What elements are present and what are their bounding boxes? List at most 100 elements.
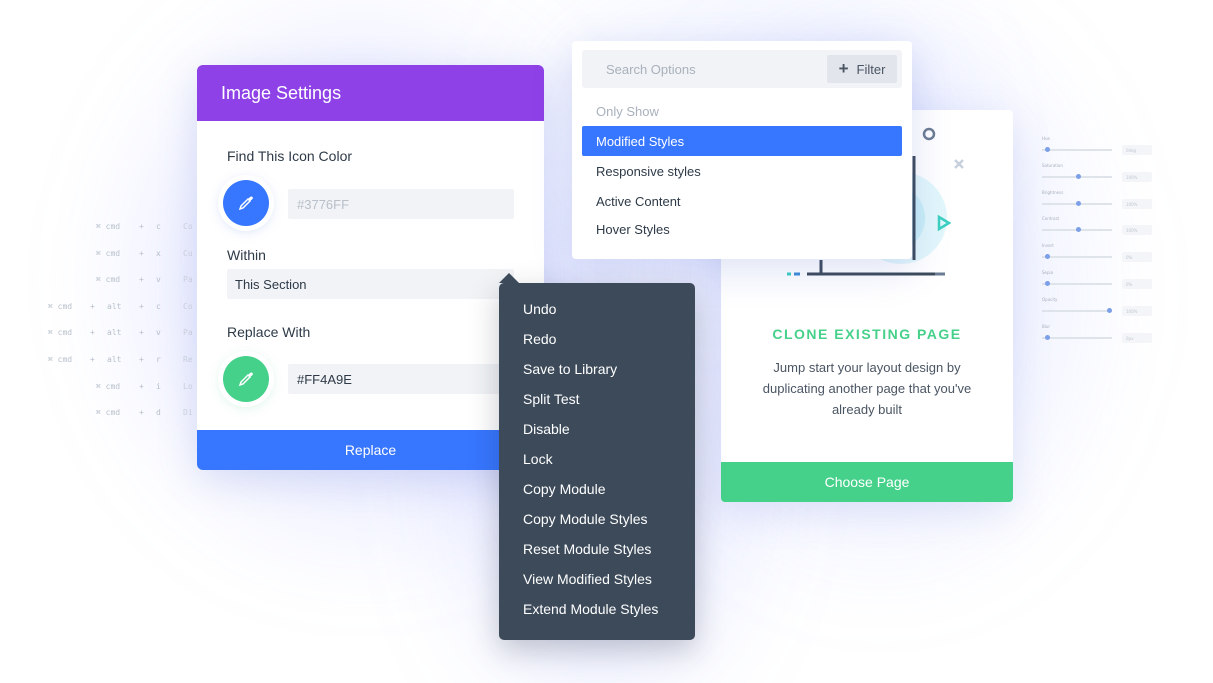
eyedropper-icon	[238, 372, 253, 387]
menu-item-view-modified-styles[interactable]: View Modified Styles	[523, 571, 652, 591]
slider-knob[interactable]	[1045, 147, 1051, 152]
slider-value-box[interactable]: 0%	[1122, 252, 1152, 263]
slider-label: Hue	[1042, 136, 1051, 141]
within-select[interactable]: This Section	[227, 269, 514, 299]
shortcut-row: ⌘ cmd + alt + r Re	[40, 355, 210, 382]
shortcut-plus: +	[90, 354, 95, 364]
shortcut-plus: +	[90, 328, 95, 338]
slider-track[interactable]	[1042, 336, 1112, 339]
filter-slider[interactable]: Hue 0deg	[1040, 136, 1155, 163]
context-menu: Undo Redo Save to Library Split Test Dis…	[499, 273, 695, 640]
filter-slider[interactable]: Saturation 100%	[1040, 163, 1155, 190]
shortcut-mod: ⌘ cmd	[96, 222, 121, 231]
option-hover-styles[interactable]: Hover Styles	[582, 214, 902, 244]
filter-slider[interactable]: Contrast 100%	[1040, 216, 1155, 243]
slider-value-box[interactable]: 100%	[1122, 171, 1152, 182]
keyboard-shortcuts-list: ⌘ cmd + c Co ⌘ cmd + x Cu ⌘ cmd + v Pa ⌘ cmd + alt + c Co…	[40, 222, 210, 435]
slider-knob[interactable]	[1045, 334, 1051, 340]
shortcut-row: ⌘ cmd + c Co	[40, 222, 210, 249]
filter-slider[interactable]: Invert 0%	[1040, 243, 1155, 270]
menu-item-copy-module-styles[interactable]: Copy Module Styles	[523, 511, 648, 531]
replace-color-input[interactable]	[288, 364, 514, 394]
shortcut-plus: +	[139, 354, 144, 364]
shortcut-plus: +	[139, 408, 144, 418]
slider-knob[interactable]	[1076, 173, 1081, 179]
shortcut-mod: ⌘ cmd	[48, 301, 73, 311]
shortcut-mod: ⌘ cmd	[48, 328, 73, 338]
slider-knob[interactable]	[1076, 200, 1081, 206]
choose-page-button[interactable]: Choose Page	[721, 462, 1013, 502]
slider-label: Contrast	[1042, 216, 1060, 222]
filter-label: Filter	[856, 61, 886, 77]
shortcut-plus: +	[139, 222, 144, 231]
shortcut-plus: +	[139, 381, 144, 391]
slider-knob[interactable]	[1076, 227, 1081, 233]
option-active-content[interactable]: Active Content	[582, 186, 902, 216]
shortcut-key: x	[156, 248, 161, 258]
filter-button[interactable]: + Filter	[827, 55, 897, 83]
shortcut-desc: Lo	[183, 381, 193, 391]
within-label: Within	[227, 247, 266, 263]
find-color-swatch[interactable]	[223, 180, 269, 226]
replace-with-label: Replace With	[227, 324, 311, 340]
menu-item-save-to-library[interactable]: Save to Library	[523, 361, 617, 381]
slider-knob[interactable]	[1106, 307, 1112, 313]
shortcut-mod: ⌘ cmd	[96, 248, 121, 258]
shortcut-alt: alt	[107, 328, 122, 338]
menu-item-reset-module-styles[interactable]: Reset Module Styles	[523, 541, 651, 561]
slider-value-box[interactable]: 0deg	[1122, 145, 1152, 155]
shortcut-key: d	[156, 408, 161, 418]
replace-button[interactable]: Replace	[197, 430, 544, 470]
shortcut-plus: +	[139, 275, 144, 285]
find-color-input[interactable]	[288, 189, 514, 219]
shortcut-plus: +	[90, 301, 95, 311]
shortcut-desc: Co	[183, 301, 193, 311]
filter-slider[interactable]: Sepia 0%	[1040, 270, 1155, 297]
shortcut-plus: +	[139, 301, 144, 311]
slider-label: Sepia	[1042, 269, 1054, 275]
slider-value-box[interactable]: 0px	[1122, 332, 1152, 343]
shortcut-mod: ⌘ cmd	[96, 408, 121, 418]
menu-item-lock[interactable]: Lock	[523, 451, 553, 471]
shortcut-mod: ⌘ cmd	[96, 381, 121, 391]
filter-sliders-panel: Hue 0deg Saturation 100% Brightness 100% Contr…	[1040, 136, 1155, 350]
option-responsive-styles[interactable]: Responsive styles	[582, 156, 902, 186]
replace-color-swatch[interactable]	[223, 356, 269, 402]
slider-track[interactable]	[1042, 309, 1112, 312]
shortcut-desc: Re	[183, 354, 193, 364]
shortcut-desc: Di	[183, 408, 193, 418]
shortcut-desc: Pa	[183, 328, 193, 338]
menu-item-disable[interactable]: Disable	[523, 421, 570, 441]
menu-item-undo[interactable]: Undo	[523, 301, 556, 321]
search-options-dropdown: + Filter Only Show Modified Styles Respo…	[572, 41, 912, 259]
slider-knob[interactable]	[1045, 254, 1051, 260]
slider-value-box[interactable]: 100%	[1122, 225, 1152, 236]
menu-item-extend-module-styles[interactable]: Extend Module Styles	[523, 601, 658, 621]
plus-icon: +	[838, 59, 849, 78]
slider-track[interactable]	[1042, 282, 1112, 285]
shortcut-key: i	[156, 381, 161, 391]
filter-slider[interactable]: Opacity 100%	[1040, 297, 1155, 324]
search-options-input[interactable]	[582, 50, 822, 88]
clone-card-description: Jump start your layout design by duplica…	[762, 360, 972, 417]
context-menu-pointer	[499, 273, 519, 283]
filter-slider[interactable]: Brightness 100%	[1040, 190, 1155, 217]
shortcut-alt: alt	[107, 301, 122, 311]
shortcut-row: ⌘ cmd + v Pa	[40, 275, 210, 302]
slider-value-box[interactable]: 0%	[1122, 278, 1152, 289]
slider-value-box[interactable]: 100%	[1122, 198, 1152, 209]
shortcut-desc: Pa	[183, 275, 193, 285]
slider-value-box[interactable]: 100%	[1122, 305, 1152, 316]
shortcut-row: ⌘ cmd + d Di	[40, 408, 210, 435]
slider-knob[interactable]	[1045, 280, 1051, 286]
menu-item-copy-module[interactable]: Copy Module	[523, 481, 606, 501]
menu-item-split-test[interactable]: Split Test	[523, 391, 580, 411]
filter-slider[interactable]: Blur 0px	[1040, 324, 1155, 351]
option-modified-styles[interactable]: Modified Styles	[582, 126, 902, 156]
slider-track[interactable]	[1042, 149, 1112, 151]
slider-track[interactable]	[1042, 256, 1112, 259]
menu-item-redo[interactable]: Redo	[523, 331, 556, 351]
image-settings-panel: Image Settings Find This Icon Color With…	[197, 65, 544, 470]
slider-label: Opacity	[1042, 296, 1058, 302]
panel-title: Image Settings	[197, 65, 544, 121]
